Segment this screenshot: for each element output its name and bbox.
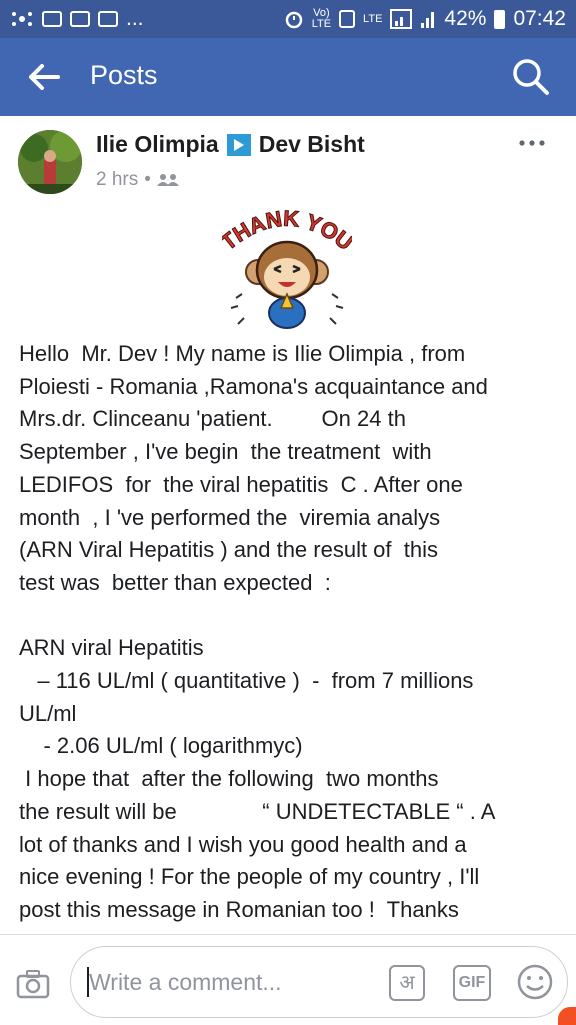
notification-badge-icon — [558, 1007, 576, 1025]
meta-separator: • — [144, 169, 151, 190]
comment-placeholder: Write a comment... — [89, 969, 282, 995]
play-arrow-icon — [226, 133, 251, 156]
message-icon — [70, 11, 90, 27]
notification-more: ... — [126, 7, 144, 30]
status-bar: ... Vo) LTE LTE 42% 07:42 — [0, 0, 576, 38]
alarm-icon — [285, 11, 302, 29]
signal-icon — [390, 9, 413, 29]
friends-icon — [156, 174, 179, 186]
volte-indicator: Vo) LTE — [311, 7, 332, 30]
more-options-icon[interactable] — [518, 138, 546, 148]
sim-icon — [339, 10, 356, 28]
network-share-icon — [12, 12, 32, 26]
avatar[interactable] — [18, 130, 82, 194]
message-icon — [98, 11, 118, 27]
search-icon[interactable] — [512, 58, 550, 96]
lte-label: LTE — [363, 12, 383, 25]
battery-icon — [494, 9, 506, 29]
comment-bar: Write a comment... अ GIF — [0, 934, 576, 1025]
battery-percent: 42% — [444, 7, 487, 30]
recipient-name[interactable]: Dev Bisht — [259, 131, 365, 158]
status-bar-right: Vo) LTE LTE 42% 07:42 — [284, 7, 566, 31]
page-title: Posts — [90, 60, 158, 90]
comment-input[interactable]: Write a comment... अ GIF — [70, 946, 568, 1018]
mail-icon — [42, 11, 62, 27]
camera-icon[interactable] — [16, 969, 50, 999]
post-header: Ilie Olimpia Dev Bisht — [96, 131, 365, 158]
avatar-image — [18, 130, 82, 194]
gif-button[interactable]: GIF — [453, 965, 491, 1001]
thank-you-sticker: THANK YOU — [222, 210, 352, 329]
signal-icon — [421, 12, 435, 28]
back-arrow-icon[interactable] — [28, 63, 60, 91]
author-name[interactable]: Ilie Olimpia — [96, 131, 219, 158]
post-time[interactable]: 2 hrs — [96, 169, 138, 191]
clock: 07:42 — [513, 7, 566, 30]
emoji-icon[interactable] — [516, 963, 554, 1001]
app-bar: Posts — [0, 38, 576, 116]
post-meta: 2 hrs • — [96, 169, 179, 191]
post-body: Hello Mr. Dev ! My name is Ilie Olimpia … — [19, 341, 496, 922]
hindi-keyboard-icon[interactable]: अ — [389, 965, 425, 1001]
status-bar-left: ... — [10, 7, 144, 31]
